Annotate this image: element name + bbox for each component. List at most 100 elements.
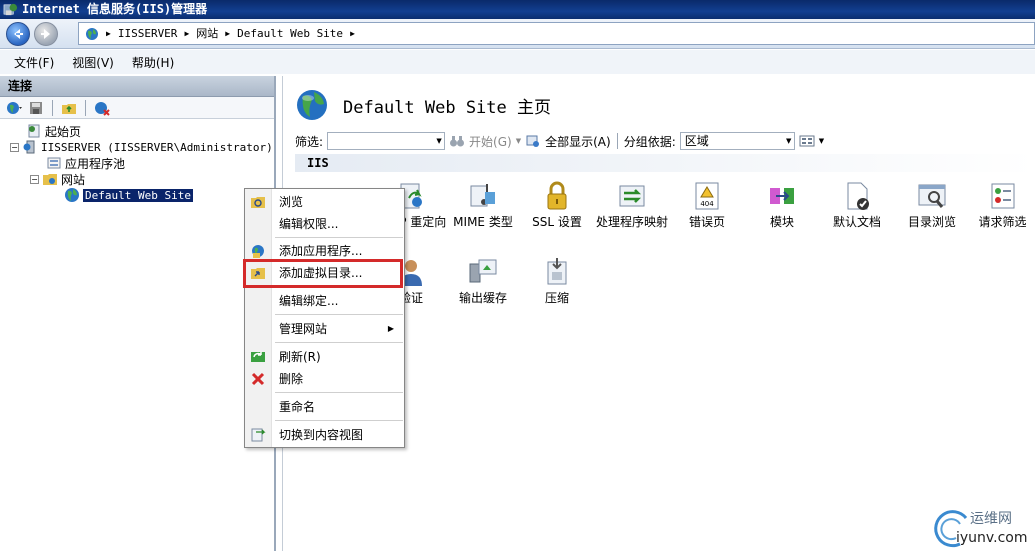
error-code-text: 404 bbox=[700, 200, 714, 208]
group-by-value: 区域 bbox=[684, 134, 709, 148]
toolbar-separator bbox=[85, 99, 86, 116]
feature-default-document[interactable]: 默认文档 bbox=[819, 180, 895, 229]
feature-directory-browsing[interactable]: 目录浏览 bbox=[894, 180, 970, 229]
collapse-icon[interactable]: − bbox=[10, 142, 19, 152]
menu-label: 重命名 bbox=[279, 400, 316, 414]
menu-view[interactable]: 视图(V) bbox=[72, 54, 114, 71]
tree-label: 应用程序池 bbox=[65, 156, 126, 171]
window-title-bar: Internet 信息服务(IIS)管理器 bbox=[0, 0, 1035, 19]
menu-help[interactable]: 帮助(H) bbox=[132, 54, 174, 71]
back-button[interactable] bbox=[6, 22, 30, 46]
tree-label: 起始页 bbox=[45, 124, 82, 139]
menu-label: 切换到内容视图 bbox=[279, 428, 364, 442]
breadcrumb-site[interactable]: Default Web Site bbox=[237, 23, 343, 44]
tree-node-server[interactable]: − IISSERVER (IISSERVER\Administrator) bbox=[10, 139, 273, 155]
tree-label-selected: Default Web Site bbox=[83, 188, 193, 202]
group-header-iis: IIS bbox=[295, 154, 1035, 172]
tree-label: IISSERVER (IISSERVER\Administrator) bbox=[41, 140, 273, 154]
feature-handler-mappings[interactable]: 处理程序映射 bbox=[594, 180, 670, 229]
feature-label: 错误页 bbox=[688, 215, 725, 229]
chevron-right-icon: ▶ bbox=[184, 29, 190, 38]
menu-file[interactable]: 文件(F) bbox=[14, 54, 54, 71]
feature-label: SSL 设置 bbox=[532, 215, 582, 229]
feature-mime-types[interactable]: MIME 类型 bbox=[445, 180, 521, 229]
menu-item-refresh[interactable]: 刷新(R) bbox=[246, 347, 404, 367]
menu-separator bbox=[275, 314, 403, 315]
disconnect-icon[interactable] bbox=[94, 100, 110, 116]
menu-separator bbox=[275, 392, 403, 393]
show-all-icon bbox=[526, 135, 540, 147]
menu-label: 管理网站 bbox=[279, 322, 328, 336]
tree-label: 网站 bbox=[61, 172, 86, 187]
dropdown-arrow-icon: ▼ bbox=[436, 137, 442, 145]
watermark-text-cn: 运维网 bbox=[970, 511, 1012, 527]
annotation-highlight-box bbox=[243, 259, 403, 288]
feature-label: 模块 bbox=[769, 215, 794, 229]
menu-separator bbox=[275, 237, 403, 238]
explore-icon bbox=[251, 197, 265, 208]
handler-mapping-icon bbox=[619, 185, 645, 207]
menu-label: 删除 bbox=[279, 372, 304, 386]
tree-node-default-web-site[interactable]: Default Web Site bbox=[64, 187, 193, 203]
save-icon[interactable] bbox=[28, 100, 44, 116]
feature-label: 处理程序映射 bbox=[595, 215, 668, 229]
watermark-text-domain: iyunv.com bbox=[956, 530, 1028, 546]
feature-compression[interactable]: 压缩 bbox=[519, 256, 595, 305]
tree-node-start-page[interactable]: 起始页 bbox=[26, 123, 81, 139]
feature-error-pages[interactable]: 404 错误页 bbox=[669, 180, 745, 229]
submenu-arrow-icon: ▶ bbox=[387, 324, 394, 333]
content-view-icon bbox=[251, 428, 266, 442]
server-icon bbox=[23, 140, 35, 154]
show-all-button[interactable]: 全部显示(A) bbox=[545, 133, 611, 150]
connections-toolbar bbox=[0, 97, 274, 119]
lock-icon bbox=[547, 181, 567, 210]
menu-label: 编辑权限... bbox=[279, 217, 339, 231]
start-filter-button[interactable]: 开始(G) bbox=[469, 133, 512, 150]
feature-modules[interactable]: 模块 bbox=[744, 180, 820, 229]
menu-item-edit-permissions[interactable]: 编辑权限... bbox=[246, 214, 404, 234]
feature-ssl-settings[interactable]: SSL 设置 bbox=[519, 180, 595, 229]
feature-label: 请求筛选 bbox=[978, 215, 1027, 229]
feature-label: 压缩 bbox=[544, 291, 569, 305]
dropdown-arrow-icon: ▼ bbox=[818, 137, 825, 145]
tree-node-sites[interactable]: − 网站 bbox=[30, 171, 85, 187]
connections-header: 连接 bbox=[0, 76, 274, 97]
arrow-right-icon bbox=[41, 29, 50, 39]
view-mode-icon[interactable] bbox=[799, 133, 815, 149]
refresh-icon bbox=[251, 352, 265, 362]
group-by-select[interactable]: 区域 ▼ bbox=[679, 132, 795, 150]
menu-item-rename[interactable]: 重命名 bbox=[246, 397, 404, 417]
site-context-menu: 浏览 编辑权限... 添加应用程序... 添加虚拟目录... 编辑绑定... 管… bbox=[244, 188, 405, 448]
connect-globe-icon[interactable] bbox=[6, 100, 22, 116]
menu-item-add-application[interactable]: 添加应用程序... bbox=[246, 241, 404, 261]
up-folder-icon[interactable] bbox=[61, 100, 77, 116]
forward-button[interactable] bbox=[34, 22, 58, 46]
binoculars-icon bbox=[450, 136, 465, 147]
chevron-right-icon: ▶ bbox=[106, 29, 111, 38]
globe-icon bbox=[297, 90, 327, 120]
feature-label: 默认文档 bbox=[832, 215, 881, 229]
collapse-icon[interactable]: − bbox=[30, 174, 39, 184]
tree-node-app-pools[interactable]: 应用程序池 bbox=[46, 155, 125, 171]
sites-folder-icon bbox=[43, 174, 57, 185]
compression-icon bbox=[547, 258, 567, 285]
menu-item-explore[interactable]: 浏览 bbox=[246, 192, 404, 212]
chevron-right-icon: ▶ bbox=[350, 29, 355, 38]
filter-label: 筛选: bbox=[295, 134, 324, 149]
menu-item-delete[interactable]: 删除 bbox=[246, 369, 404, 389]
default-document-icon bbox=[847, 182, 869, 210]
feature-output-caching[interactable]: 输出缓存 bbox=[445, 256, 521, 305]
menu-separator bbox=[275, 420, 403, 421]
menu-item-switch-content-view[interactable]: 切换到内容视图 bbox=[246, 425, 404, 445]
address-bar[interactable]: ▶ IISSERVER ▶ 网站 ▶ Default Web Site ▶ bbox=[78, 22, 1035, 45]
filter-input[interactable]: ▼ bbox=[327, 132, 446, 150]
breadcrumb-sites[interactable]: 网站 bbox=[196, 23, 218, 44]
menu-item-edit-bindings[interactable]: 编辑绑定... bbox=[246, 291, 404, 311]
navigation-bar: ▶ IISSERVER ▶ 网站 ▶ Default Web Site ▶ bbox=[0, 19, 1035, 49]
feature-request-filtering[interactable]: 请求筛选 bbox=[969, 180, 1035, 229]
breadcrumb-server[interactable]: IISSERVER bbox=[118, 23, 178, 44]
menu-bar: 文件(F) 视图(V) 帮助(H) bbox=[0, 50, 1035, 74]
menu-label: 添加应用程序... bbox=[279, 244, 363, 258]
menu-item-manage-site[interactable]: 管理网站 ▶ bbox=[246, 319, 404, 339]
start-page-icon bbox=[28, 124, 40, 138]
